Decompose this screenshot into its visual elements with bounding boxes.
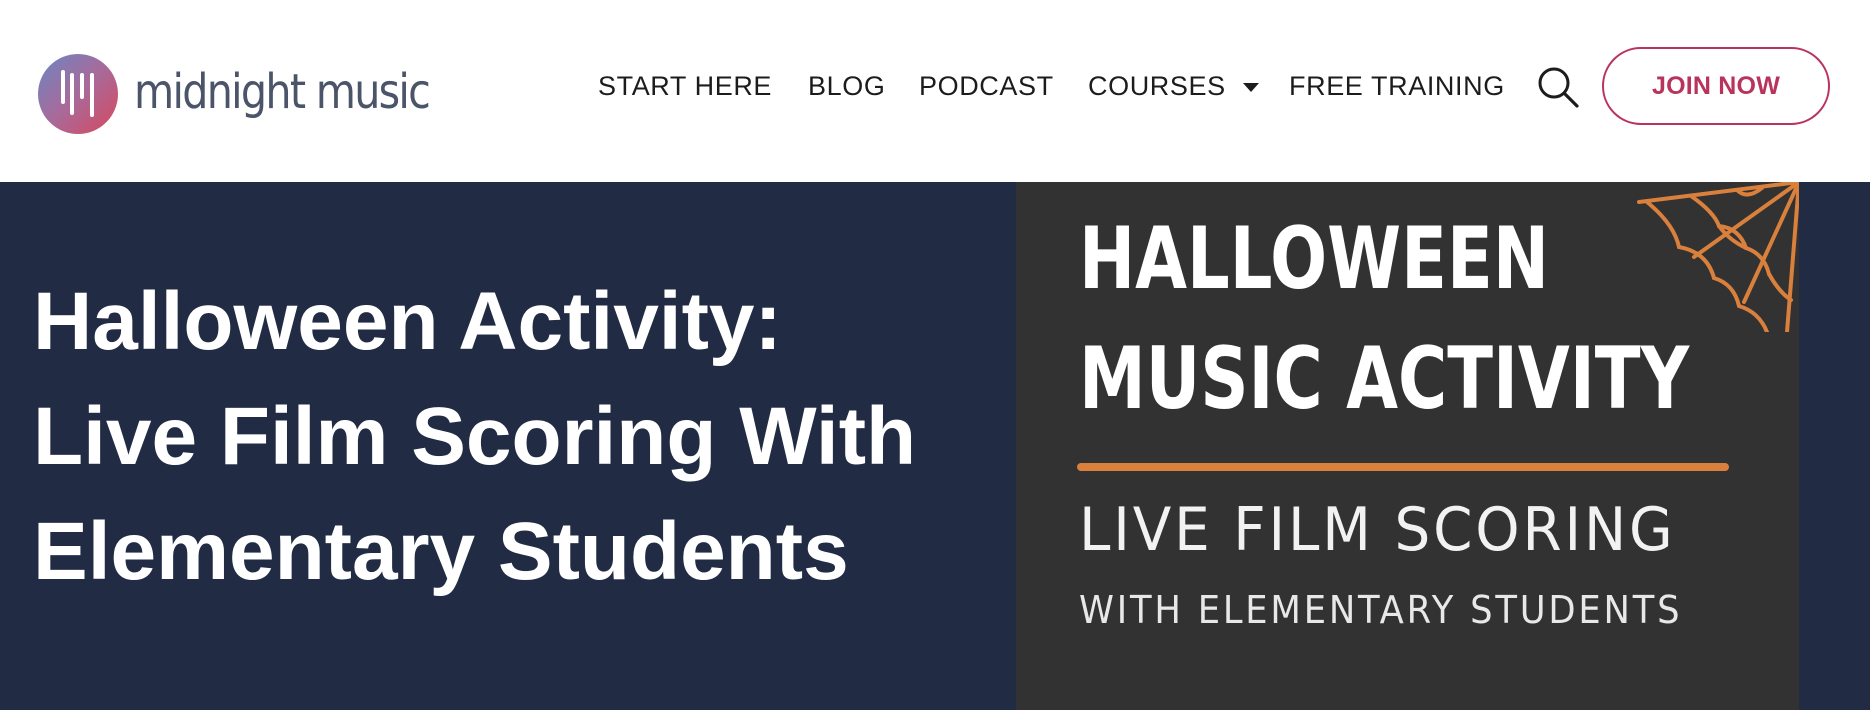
page-title-line: Elementary Students — [33, 506, 849, 597]
page-title: Halloween Activity: Live Film Scoring Wi… — [33, 264, 993, 609]
main-nav: START HERE BLOG PODCAST COURSES FREE TRA… — [0, 66, 1870, 106]
page-title-line: Halloween Activity: — [33, 276, 782, 367]
search-icon[interactable] — [1536, 65, 1580, 109]
page-bottom-strip — [0, 710, 1870, 726]
featured-image-subtitle-line1: LIVE FILM SCORING — [1079, 495, 1676, 565]
featured-image-subtitle-line2: WITH ELEMENTARY STUDENTS — [1079, 588, 1683, 632]
featured-image-divider — [1077, 463, 1729, 471]
nav-item-blog[interactable]: BLOG — [808, 66, 885, 106]
cobweb-icon — [1637, 182, 1799, 332]
nav-item-courses-label: COURSES — [1088, 70, 1226, 101]
page-title-line: Live Film Scoring With — [33, 391, 917, 482]
nav-item-free-training[interactable]: FREE TRAINING — [1289, 66, 1505, 106]
featured-image-title-line1: HALLOWEEN — [1079, 209, 1549, 309]
nav-item-courses[interactable]: COURSES — [1088, 66, 1259, 106]
hero-banner: Halloween Activity: Live Film Scoring Wi… — [0, 182, 1870, 710]
site-header: midnight music START HERE BLOG PODCAST C… — [0, 0, 1870, 182]
featured-image-title-line2: MUSIC ACTIVITY — [1079, 329, 1690, 429]
nav-item-start-here[interactable]: START HERE — [598, 66, 772, 106]
nav-item-podcast[interactable]: PODCAST — [919, 66, 1054, 106]
featured-image: HALLOWEEN MUSIC ACTIVITY LIVE FILM SCORI… — [1016, 182, 1799, 710]
caret-down-icon — [1242, 82, 1259, 92]
join-now-button[interactable]: JOIN NOW — [1602, 47, 1830, 125]
